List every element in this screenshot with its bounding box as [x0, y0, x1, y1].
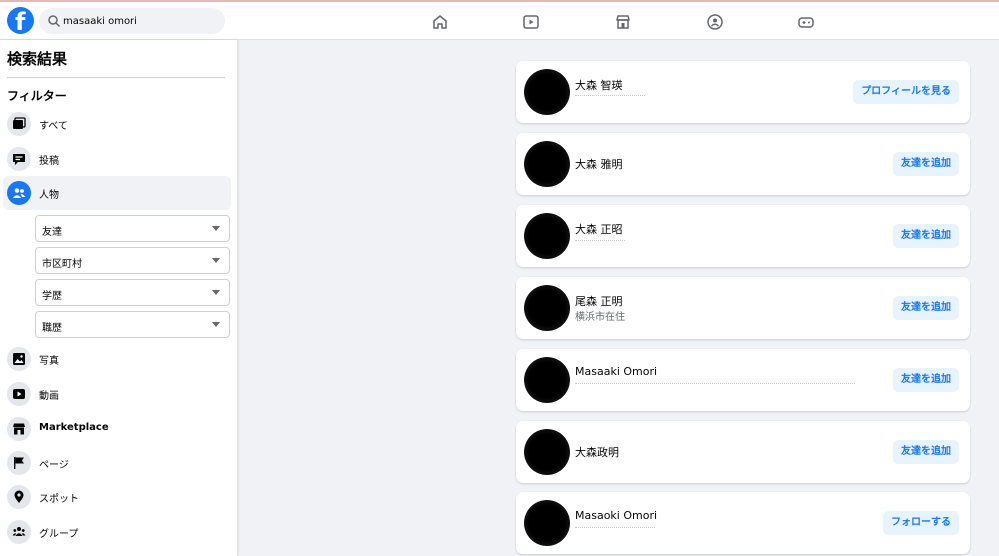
sidebar-item-groups[interactable]: グループ	[3, 515, 231, 549]
groups-nav-icon[interactable]	[706, 13, 724, 31]
sidebar-item-videos[interactable]: 動画	[3, 377, 231, 411]
add-friend-button[interactable]: 友達を追加	[893, 152, 959, 176]
result-name[interactable]: 大森 正昭	[575, 221, 623, 237]
sidebar-item-label: スポット	[39, 494, 79, 505]
result-card[interactable]: 大森 正昭 友達を追加	[516, 205, 970, 267]
gaming-icon[interactable]	[797, 13, 815, 31]
sidebar-item-label: 動画	[39, 391, 59, 402]
page-title: 検索結果	[7, 50, 68, 68]
avatar[interactable]	[524, 141, 570, 187]
caret-down-icon	[212, 226, 220, 231]
group-icon	[7, 520, 31, 544]
avatar[interactable]	[524, 500, 570, 546]
add-friend-button[interactable]: 友達を追加	[893, 296, 959, 320]
result-name[interactable]: 大森政明	[575, 444, 619, 460]
redacted-subtitle	[575, 240, 625, 244]
result-card[interactable]: 大森 雅明 友達を追加	[516, 133, 970, 195]
post-icon	[7, 147, 31, 171]
result-name[interactable]: 大森 雅明	[575, 156, 623, 172]
caret-down-icon	[212, 290, 220, 295]
result-subtitle: 横浜市在住	[575, 312, 625, 323]
follow-button[interactable]: フォローする	[883, 511, 959, 535]
result-card[interactable]: 大森 智瑛 プロフィールを見る	[516, 61, 970, 123]
people-icon	[7, 181, 31, 205]
sidebar-item-all[interactable]: すべて	[3, 107, 231, 141]
result-name[interactable]: 尾森 正明	[575, 293, 623, 309]
sidebar-item-label: 投稿	[39, 156, 59, 167]
avatar[interactable]	[524, 69, 570, 115]
video-icon	[7, 382, 31, 406]
sidebar-item-pages[interactable]: ページ	[3, 446, 231, 480]
sidebar-item-photos[interactable]: 写真	[3, 342, 231, 376]
result-name[interactable]: Masaoki Omori	[575, 509, 657, 522]
watch-icon[interactable]	[522, 13, 540, 31]
sidebar-item-label: すべて	[39, 121, 68, 132]
marketplace-icon	[7, 417, 31, 441]
search-input[interactable]	[63, 11, 218, 31]
select-label: 職歴	[42, 323, 62, 334]
city-filter-select[interactable]: 市区町村	[35, 247, 230, 274]
top-bar: f	[0, 0, 999, 40]
photo-icon	[7, 347, 31, 371]
divider	[7, 77, 225, 78]
search-icon	[48, 15, 61, 28]
search-box[interactable]	[39, 8, 225, 34]
sidebar-item-posts[interactable]: 投稿	[3, 142, 231, 176]
add-friend-button[interactable]: 友達を追加	[893, 224, 959, 248]
result-name[interactable]: 大森 智瑛	[575, 77, 623, 93]
sidebar-item-marketplace[interactable]: Marketplace	[3, 412, 231, 446]
redacted-subtitle	[575, 383, 855, 387]
result-card[interactable]: 大森政明 友達を追加	[516, 421, 970, 483]
avatar[interactable]	[524, 213, 570, 259]
sidebar-item-people[interactable]: 人物	[3, 176, 231, 210]
select-label: 学歴	[42, 291, 62, 302]
result-name[interactable]: Masaaki Omori	[575, 365, 657, 378]
redacted-subtitle	[575, 95, 645, 99]
result-card[interactable]: Masaoki Omori フォローする	[516, 492, 970, 554]
search-sidebar: 検索結果 フィルター すべて 投稿 人物 友達 市区町村 学歴 職歴 写真 動画…	[0, 40, 237, 556]
caret-down-icon	[212, 258, 220, 263]
home-icon[interactable]	[431, 13, 449, 31]
view-profile-button[interactable]: プロフィールを見る	[853, 80, 959, 104]
friends-filter-select[interactable]: 友達	[35, 215, 230, 242]
marketplace-nav-icon[interactable]	[614, 13, 632, 31]
education-filter-select[interactable]: 学歴	[35, 279, 230, 306]
select-label: 友達	[42, 227, 62, 238]
caret-down-icon	[212, 322, 220, 327]
avatar[interactable]	[524, 285, 570, 331]
avatar[interactable]	[524, 429, 570, 475]
sidebar-item-label: 写真	[39, 356, 59, 367]
redacted-subtitle	[575, 527, 655, 531]
result-card[interactable]: Masaaki Omori 友達を追加	[516, 349, 970, 411]
sidebar-item-label: 人物	[39, 190, 59, 201]
add-friend-button[interactable]: 友達を追加	[893, 440, 959, 464]
work-filter-select[interactable]: 職歴	[35, 311, 230, 338]
sidebar-item-label: ページ	[39, 460, 69, 471]
avatar[interactable]	[524, 357, 570, 403]
sidebar-item-label: Marketplace	[39, 422, 109, 433]
sidebar-item-label: グループ	[39, 529, 79, 540]
result-card[interactable]: 尾森 正明 横浜市在住 友達を追加	[516, 277, 970, 339]
sidebar-item-places[interactable]: スポット	[3, 480, 231, 514]
flag-icon	[7, 451, 31, 475]
add-friend-button[interactable]: 友達を追加	[893, 368, 959, 392]
location-icon	[7, 485, 31, 509]
facebook-logo-icon[interactable]: f	[7, 7, 34, 36]
filter-heading: フィルター	[7, 89, 67, 103]
select-label: 市区町村	[42, 259, 82, 270]
all-icon	[7, 112, 31, 136]
